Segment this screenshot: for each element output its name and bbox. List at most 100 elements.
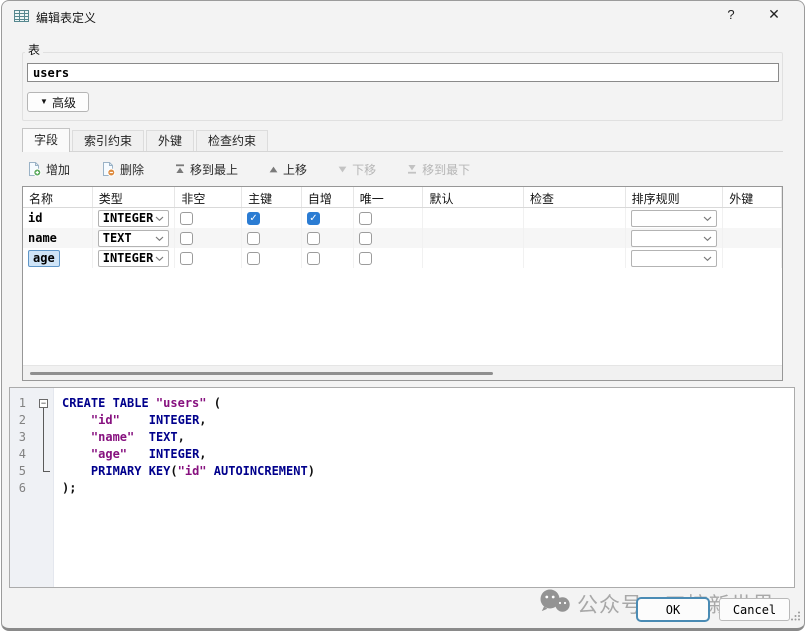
- fold-collapse-icon[interactable]: [39, 399, 48, 408]
- default-value-cell[interactable]: [423, 208, 524, 228]
- auto-increment-checkbox[interactable]: [307, 232, 320, 245]
- line-number: 2: [10, 412, 32, 429]
- field-row: age INTEGER: [23, 248, 782, 268]
- primary-key-checkbox[interactable]: [247, 252, 260, 265]
- tab-check-constraints[interactable]: 检查约束: [196, 130, 268, 151]
- horizontal-scrollbar[interactable]: [23, 365, 782, 380]
- not-null-checkbox[interactable]: [180, 252, 193, 265]
- sql-token: ,: [178, 430, 185, 444]
- not-null-checkbox[interactable]: [180, 212, 193, 225]
- column-header-check[interactable]: 检查: [524, 187, 626, 207]
- default-value-cell[interactable]: [423, 248, 524, 268]
- sql-token: "id": [91, 413, 120, 427]
- remove-field-button[interactable]: 删除: [100, 161, 144, 178]
- resize-grip-icon[interactable]: [790, 608, 801, 626]
- grid-header-row: 名称类型非空主键自增唯一默认检查排序规则外键: [23, 187, 782, 208]
- unique-checkbox[interactable]: [359, 252, 372, 265]
- ok-button[interactable]: OK: [636, 597, 710, 622]
- move-to-top-button[interactable]: 移到最上: [174, 161, 238, 178]
- collation-cell: [626, 208, 724, 228]
- advanced-button[interactable]: ▼ 高级: [27, 92, 89, 112]
- type-select[interactable]: INTEGER: [98, 250, 170, 267]
- sql-token: [134, 430, 148, 444]
- unique-cell: [354, 228, 424, 248]
- field-name-cell[interactable]: id: [23, 208, 93, 228]
- sql-token: [62, 464, 91, 478]
- column-header-primary-key[interactable]: 主键: [242, 187, 302, 207]
- move-down-icon: [337, 164, 348, 175]
- collation-cell: [626, 228, 724, 248]
- chevron-down-icon: [703, 209, 712, 227]
- chevron-down-icon: [703, 249, 712, 267]
- move-up-button[interactable]: 上移: [268, 161, 307, 178]
- default-value-cell[interactable]: [423, 228, 524, 248]
- field-type-cell: INTEGER: [93, 208, 176, 228]
- column-header-foreign-key[interactable]: 外键: [723, 187, 782, 207]
- line-number: 4: [10, 446, 32, 463]
- sql-code-line: "name" TEXT,: [56, 429, 185, 446]
- sql-token: "id": [178, 464, 207, 478]
- collation-select[interactable]: [631, 210, 718, 227]
- type-select-value: INTEGER: [103, 251, 154, 265]
- type-select[interactable]: INTEGER: [98, 210, 170, 227]
- title-bar: 编辑表定义 ? ✕: [2, 1, 804, 31]
- column-header-collation[interactable]: 排序规则: [626, 187, 724, 207]
- check-value-cell[interactable]: [524, 208, 626, 228]
- collation-select[interactable]: [631, 230, 718, 247]
- table-name-input[interactable]: [27, 63, 779, 82]
- toolbar-button-label: 下移: [352, 161, 376, 178]
- auto-increment-cell: [302, 228, 354, 248]
- toolbar-button-label: 增加: [46, 161, 70, 178]
- tab-bar: 字段索引约束外键检查约束: [22, 129, 783, 152]
- tab-indexes[interactable]: 索引约束: [72, 130, 144, 151]
- fold-column: [32, 412, 56, 429]
- foreign-key-cell[interactable]: [723, 228, 782, 248]
- help-button[interactable]: ?: [720, 7, 742, 25]
- scrollbar-thumb[interactable]: [30, 372, 493, 375]
- tab-foreign-keys[interactable]: 外键: [146, 130, 194, 151]
- field-name-cell[interactable]: age: [23, 248, 93, 268]
- field-name-editor[interactable]: age: [28, 250, 60, 267]
- close-button[interactable]: ✕: [762, 6, 786, 25]
- type-select[interactable]: TEXT: [98, 230, 170, 247]
- sql-line: 2 "id" INTEGER,: [10, 412, 794, 429]
- not-null-checkbox[interactable]: [180, 232, 193, 245]
- unique-checkbox[interactable]: [359, 232, 372, 245]
- field-name-cell[interactable]: name: [23, 228, 93, 248]
- chevron-down-icon: [155, 209, 164, 227]
- add-row-icon: [26, 161, 42, 177]
- foreign-key-cell[interactable]: [723, 208, 782, 228]
- auto-increment-checkbox[interactable]: [307, 252, 320, 265]
- sql-code-line: CREATE TABLE "users" (: [56, 395, 221, 412]
- column-header-type[interactable]: 类型: [93, 187, 176, 207]
- column-header-name[interactable]: 名称: [23, 187, 93, 207]
- toolbar-button-label: 删除: [120, 161, 144, 178]
- add-field-button[interactable]: 增加: [26, 161, 70, 178]
- toolbar-button-label: 上移: [283, 161, 307, 178]
- fold-column: [32, 446, 56, 463]
- sql-code-line: );: [56, 480, 76, 497]
- column-header-unique[interactable]: 唯一: [354, 187, 424, 207]
- tab-fields[interactable]: 字段: [22, 128, 70, 152]
- move-bottom-icon: [406, 163, 418, 175]
- sql-token: ): [308, 464, 315, 478]
- column-header-not-null[interactable]: 非空: [175, 187, 242, 207]
- collation-select[interactable]: [631, 250, 718, 267]
- foreign-key-cell[interactable]: [723, 248, 782, 268]
- field-type-cell: TEXT: [93, 228, 176, 248]
- primary-key-checkbox[interactable]: ✓: [247, 212, 260, 225]
- sql-token: "age": [91, 447, 127, 461]
- fold-column: [32, 463, 56, 480]
- column-header-default[interactable]: 默认: [423, 187, 524, 207]
- auto-increment-checkbox[interactable]: ✓: [307, 212, 320, 225]
- chevron-down-icon: [703, 229, 712, 247]
- not-null-cell: [175, 248, 242, 268]
- primary-key-checkbox[interactable]: [247, 232, 260, 245]
- unique-cell: [354, 208, 424, 228]
- unique-checkbox[interactable]: [359, 212, 372, 225]
- check-value-cell[interactable]: [524, 228, 626, 248]
- column-header-auto-increment[interactable]: 自增: [302, 187, 354, 207]
- cancel-button[interactable]: Cancel: [719, 598, 790, 621]
- check-value-cell[interactable]: [524, 248, 626, 268]
- sql-code-line: "age" INTEGER,: [56, 446, 207, 463]
